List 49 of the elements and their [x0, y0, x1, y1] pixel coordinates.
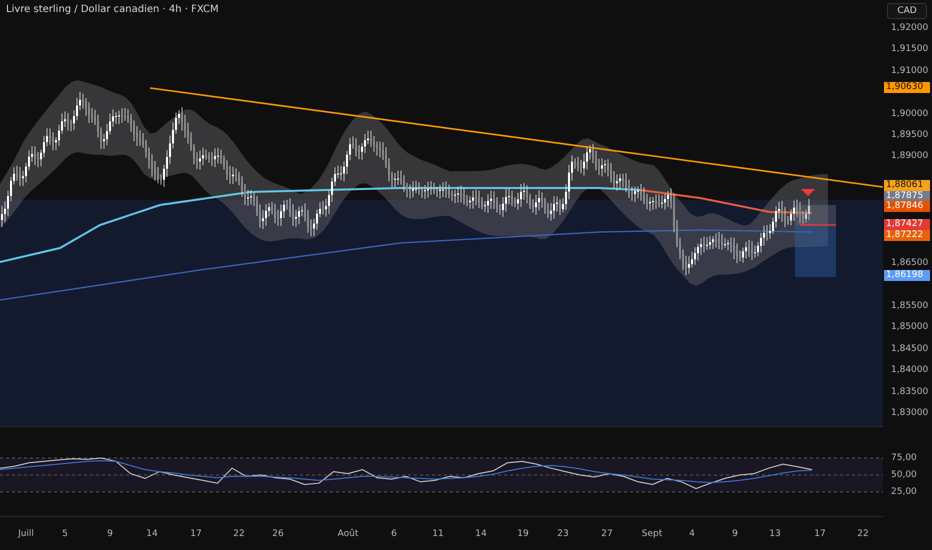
sell-signal-icon [801, 189, 815, 196]
time-axis-label: Juill [18, 529, 34, 539]
time-axis-label: 14 [146, 529, 158, 539]
price-tag: 1,87427 [884, 218, 930, 230]
price-tag: 1,86198 [884, 270, 930, 280]
time-axis-label: 14 [475, 529, 487, 539]
price-axis-label: 1,92000 [891, 22, 928, 34]
entry-line [800, 224, 836, 226]
price-tag: 1,88061 [884, 180, 930, 190]
time-axis-label: 22 [857, 529, 869, 539]
currency-button[interactable]: CAD [887, 3, 927, 19]
time-axis-label: 22 [233, 529, 245, 539]
price-tag: 1,90630 [884, 82, 930, 92]
time-axis-label: 5 [62, 529, 68, 539]
time-axis-label: 9 [732, 529, 738, 539]
time-axis-label: 27 [601, 529, 613, 539]
price-axis-label: 1,91000 [891, 64, 928, 77]
time-axis-label: 6 [391, 529, 397, 539]
rsi-axis-label: 25,00 [891, 486, 917, 498]
time-axis-label: 11 [432, 529, 444, 539]
time-axis-label: 4 [689, 529, 695, 539]
time-axis-label: 23 [557, 529, 569, 539]
stop-loss-zone[interactable] [795, 205, 836, 225]
price-axis-label: 1,89000 [891, 150, 928, 162]
price-axis-label: 1,86500 [891, 257, 928, 270]
price-axis-label: 1,85500 [891, 300, 928, 312]
rsi-axis-label: 75,00 [891, 452, 917, 464]
time-axis-label: 17 [190, 529, 202, 539]
price-tag: 1,87846 [884, 200, 930, 212]
time-axis-label: Août [338, 529, 358, 539]
time-axis-label: 13 [769, 529, 781, 539]
time-axis-label: 26 [272, 529, 284, 539]
price-axis-label: 1,83000 [891, 407, 928, 419]
price-tag: 1,87222 [884, 230, 930, 240]
time-axis-label: Sept [642, 529, 662, 539]
price-tag: 1,87875 [884, 190, 930, 202]
price-axis-label: 1,85000 [891, 321, 928, 334]
price-axis-label: 1,83500 [891, 386, 928, 398]
price-axis-label: 1,91500 [891, 43, 928, 56]
price-axis-label: 1,89500 [891, 128, 928, 141]
trend-line[interactable] [150, 87, 883, 188]
price-axis-label: 1,84000 [891, 364, 928, 376]
time-axis-label: 9 [107, 529, 113, 539]
time-axis-label: 17 [814, 529, 826, 539]
price-axis-label: 1,90000 [891, 108, 928, 120]
chart-title: Livre sterling / Dollar canadien · 4h · FXCM [6, 4, 219, 15]
price-axis-label: 1,84500 [891, 342, 928, 355]
time-axis-label: 19 [517, 529, 529, 539]
rsi-axis-label: 50,00 [891, 469, 917, 481]
